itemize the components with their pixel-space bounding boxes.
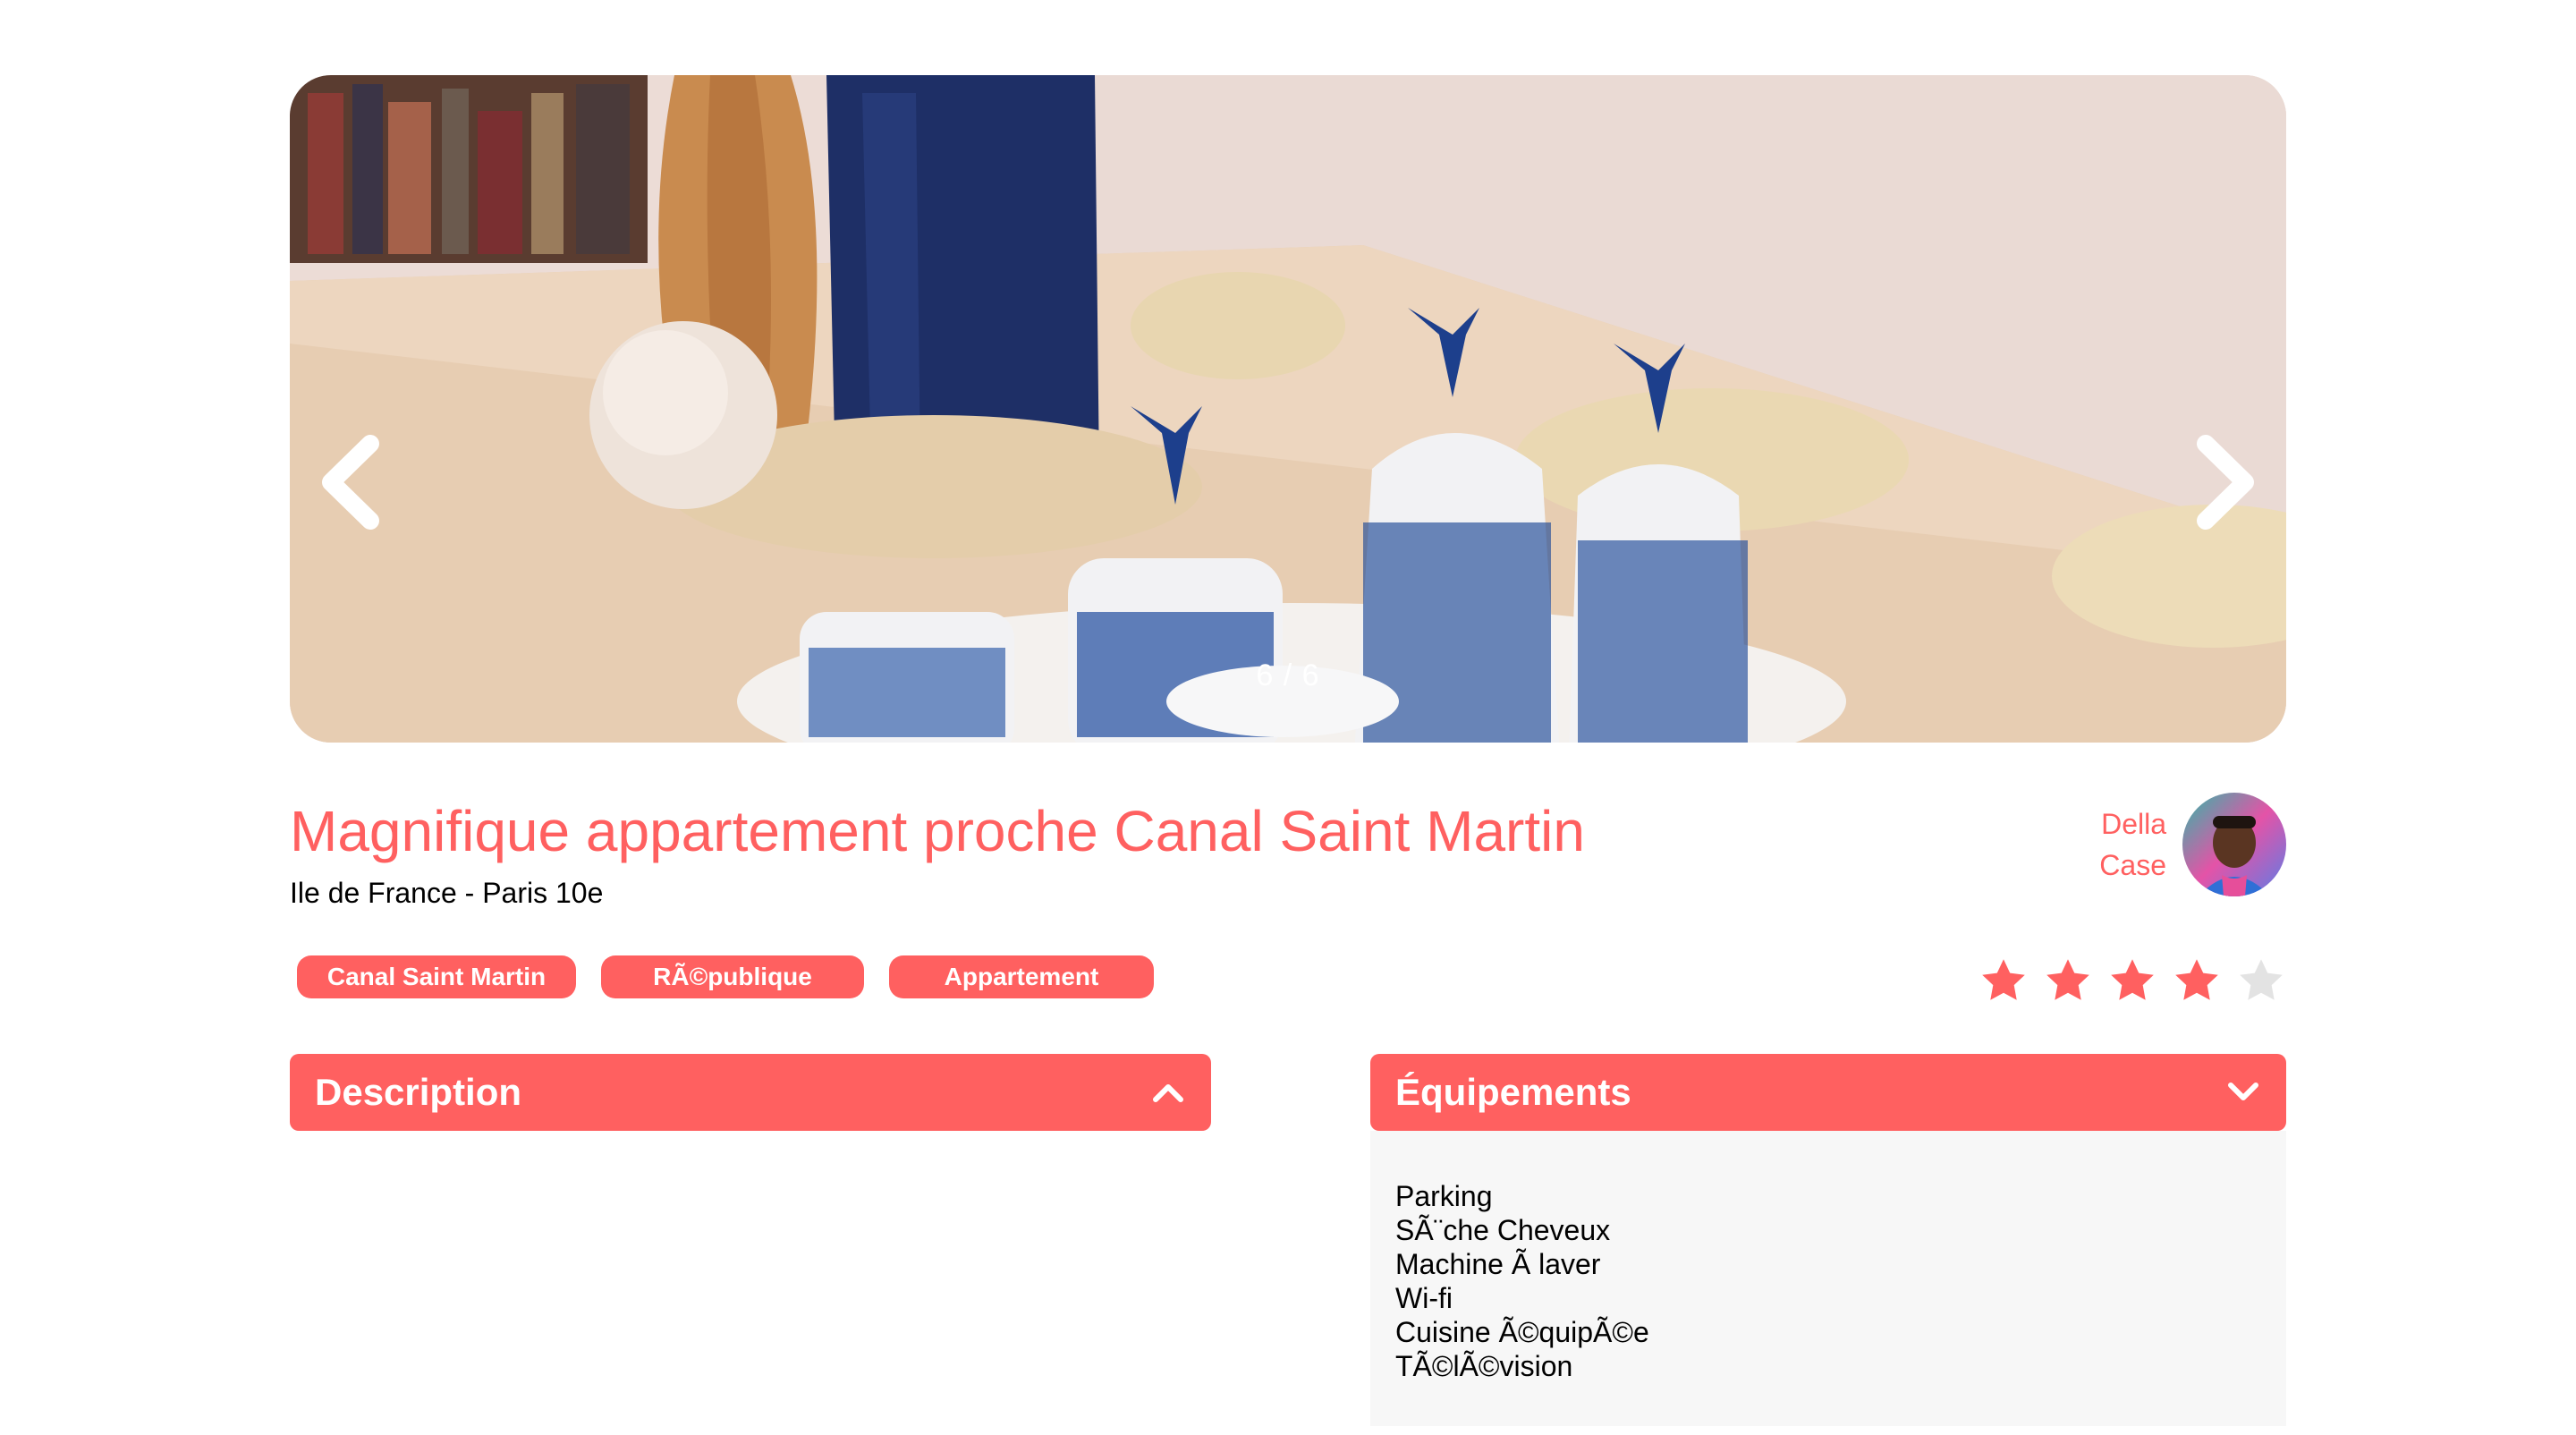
- equipment-item: TÃ©lÃ©vision: [1395, 1350, 1573, 1382]
- star-filled-icon: [2111, 959, 2154, 1000]
- tag-list: Canal Saint Martin RÃ©publique Apparteme…: [297, 955, 1179, 998]
- tag: Appartement: [889, 955, 1154, 998]
- host-name: Della Case: [2099, 803, 2166, 886]
- star-filled-icon: [2046, 959, 2089, 1000]
- equipment-item: Machine Ã laver: [1395, 1248, 1601, 1280]
- description-collapse: Description: [290, 1054, 1211, 1131]
- carousel-next-button[interactable]: [2190, 433, 2261, 531]
- equipments-list: Parking SÃ¨che Cheveux Machine Ã laver W…: [1395, 1179, 2261, 1383]
- tag: Canal Saint Martin: [297, 955, 576, 998]
- chevron-right-icon: [2197, 435, 2254, 530]
- listing-photo: [290, 75, 2286, 743]
- equipments-title: Équipements: [1395, 1071, 1631, 1113]
- rating-stars: [1964, 955, 2286, 1006]
- equipments-body: Parking SÃ¨che Cheveux Machine Ã laver W…: [1370, 1131, 2286, 1426]
- chevron-down-icon: [2228, 1083, 2258, 1100]
- listing-location: Ile de France - Paris 10e: [290, 877, 604, 909]
- carousel-prev-button[interactable]: [315, 433, 386, 531]
- equipment-item: Parking: [1395, 1180, 1493, 1212]
- equipment-item: Cuisine Ã©quipÃ©e: [1395, 1316, 1649, 1348]
- listing-page: 6 / 6 Magnifique appartement proche Cana…: [0, 0, 2576, 1435]
- description-toggle[interactable]: Description: [290, 1054, 1211, 1131]
- avatar: [2182, 793, 2286, 896]
- carousel-counter: 6 / 6: [1256, 658, 1320, 692]
- star-filled-icon: [1982, 959, 2025, 1000]
- host-card: Della Case: [2099, 793, 2286, 896]
- host-last-name: Case: [2099, 849, 2166, 881]
- listing-title: Magnifique appartement proche Canal Sain…: [290, 799, 1585, 863]
- equipments-collapse: Équipements Parking SÃ¨che Cheveux Machi…: [1370, 1054, 2286, 1426]
- star-empty-icon: [2240, 959, 2283, 1000]
- equipment-item: Wi-fi: [1395, 1282, 1453, 1314]
- chevron-left-icon: [322, 435, 379, 530]
- equipment-item: SÃ¨che Cheveux: [1395, 1214, 1611, 1246]
- tag: RÃ©publique: [601, 955, 864, 998]
- photo-carousel: 6 / 6: [290, 75, 2286, 743]
- description-title: Description: [315, 1071, 522, 1113]
- chevron-up-icon: [1153, 1084, 1183, 1102]
- star-filled-icon: [2175, 959, 2218, 1000]
- equipments-toggle[interactable]: Équipements: [1370, 1054, 2286, 1131]
- host-first-name: Della: [2101, 808, 2166, 840]
